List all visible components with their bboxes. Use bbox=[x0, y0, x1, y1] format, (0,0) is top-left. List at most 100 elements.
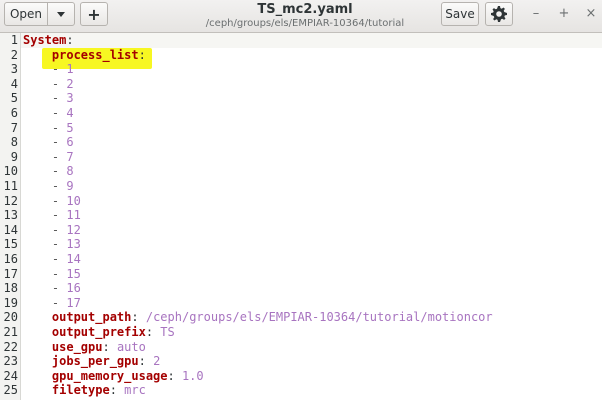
code-line[interactable]: 19 - 17 bbox=[0, 296, 602, 311]
list-dash: - bbox=[51, 295, 67, 310]
minimize-icon[interactable]: – bbox=[528, 6, 544, 21]
line-number: 22 bbox=[3, 339, 18, 354]
code-line[interactable]: 12 - 10 bbox=[0, 194, 602, 209]
list-dash: - bbox=[51, 135, 67, 150]
yaml-value: 2 bbox=[153, 354, 161, 369]
code-line[interactable]: 20 output_path: /ceph/groups/els/EMPIAR-… bbox=[0, 310, 602, 325]
code-line[interactable]: 6 - 4 bbox=[0, 106, 602, 121]
line-content: output_prefix: TS bbox=[23, 325, 175, 340]
line-content: - 2 bbox=[23, 77, 74, 92]
line-content: - 14 bbox=[23, 252, 81, 267]
list-dash: - bbox=[51, 193, 67, 208]
line-number: 8 bbox=[10, 135, 18, 150]
line-number: 12 bbox=[3, 193, 18, 208]
text-editor[interactable]: 1 System: 2 process_list: 3 - 14 - 25 - 36 … bbox=[0, 33, 602, 400]
yaml-value: 8 bbox=[66, 164, 74, 179]
yaml-separator: : bbox=[131, 310, 146, 325]
code-line[interactable]: 18 - 16 bbox=[0, 281, 602, 296]
chevron-down-icon bbox=[57, 11, 65, 17]
line-number: 20 bbox=[3, 310, 18, 325]
list-dash: - bbox=[51, 237, 67, 252]
yaml-value: 2 bbox=[66, 76, 74, 91]
maximize-icon[interactable]: + bbox=[556, 6, 572, 21]
line-number: 18 bbox=[3, 281, 18, 296]
code-line[interactable]: 16 - 14 bbox=[0, 252, 602, 267]
yaml-separator: : bbox=[138, 354, 154, 369]
yaml-value: 16 bbox=[66, 281, 81, 296]
yaml-value: 13 bbox=[66, 237, 81, 252]
code-line[interactable]: 24 gpu_memory_usage: 1.0 bbox=[0, 369, 602, 384]
code-line[interactable]: 5 - 3 bbox=[0, 91, 602, 106]
line-content: jobs_per_gpu: 2 bbox=[23, 354, 160, 369]
line-number: 25 bbox=[3, 383, 18, 398]
yaml-key: output_prefix bbox=[51, 325, 146, 339]
line-number: 13 bbox=[3, 208, 18, 223]
yaml-value: 17 bbox=[66, 295, 81, 310]
yaml-key: filetype bbox=[51, 383, 110, 398]
list-dash: - bbox=[51, 179, 67, 193]
code-line[interactable]: 11 - 9 bbox=[0, 179, 602, 194]
settings-button[interactable] bbox=[485, 2, 513, 26]
code-line[interactable]: 1 System: bbox=[0, 33, 602, 48]
code-line[interactable]: 9 - 7 bbox=[0, 150, 602, 165]
code-line[interactable]: 4 - 2 bbox=[0, 77, 602, 92]
code-line[interactable]: 3 - 1 bbox=[0, 62, 602, 77]
line-content: - 8 bbox=[23, 164, 74, 179]
code-line[interactable]: 21 output_prefix: TS bbox=[0, 325, 602, 340]
line-content: output_path: /ceph/groups/els/EMPIAR-103… bbox=[23, 310, 493, 325]
yaml-value: 1 bbox=[66, 62, 74, 77]
line-number: 4 bbox=[10, 76, 18, 91]
yaml-key: gpu_memory_usage bbox=[51, 368, 168, 383]
yaml-value: mrc bbox=[124, 383, 146, 398]
yaml-separator: : bbox=[66, 33, 74, 47]
yaml-value: 4 bbox=[66, 106, 74, 120]
code-line[interactable]: 17 - 15 bbox=[0, 267, 602, 282]
list-dash: - bbox=[51, 266, 67, 281]
line-content: - 5 bbox=[23, 121, 74, 136]
line-content: - 7 bbox=[23, 150, 74, 165]
open-menu-button[interactable] bbox=[47, 2, 75, 26]
line-number: 9 bbox=[10, 149, 18, 164]
yaml-separator: : bbox=[167, 368, 182, 383]
yaml-value: TS bbox=[160, 325, 175, 339]
save-button[interactable]: Save bbox=[441, 2, 479, 26]
plus-icon: + bbox=[87, 4, 101, 24]
line-content: - 6 bbox=[23, 135, 74, 150]
yaml-value: auto bbox=[116, 339, 146, 354]
code-line[interactable]: 8 - 6 bbox=[0, 135, 602, 150]
line-number: 7 bbox=[10, 120, 18, 135]
code-line[interactable]: 15 - 13 bbox=[0, 237, 602, 252]
yaml-key: System bbox=[23, 33, 67, 47]
close-icon[interactable]: × bbox=[583, 6, 599, 21]
code-line[interactable]: 14 - 12 bbox=[0, 223, 602, 238]
line-number: 17 bbox=[3, 266, 18, 281]
code-line[interactable]: 2 process_list: bbox=[0, 48, 602, 63]
code-line[interactable]: 22 use_gpu: auto bbox=[0, 340, 602, 355]
line-number: 15 bbox=[3, 237, 18, 252]
open-button[interactable]: Open bbox=[4, 2, 48, 26]
line-content: - 13 bbox=[23, 237, 81, 252]
yaml-value: 5 bbox=[66, 120, 74, 135]
line-number: 3 bbox=[10, 62, 18, 77]
line-number: 5 bbox=[10, 91, 18, 106]
line-content: gpu_memory_usage: 1.0 bbox=[23, 369, 204, 384]
yaml-key: process_list bbox=[51, 47, 139, 62]
line-content: process_list: bbox=[23, 48, 146, 63]
code-line[interactable]: 25 filetype: mrc bbox=[0, 383, 602, 398]
yaml-value: 12 bbox=[66, 222, 81, 237]
new-document-button[interactable]: + bbox=[80, 2, 108, 26]
yaml-value: 7 bbox=[66, 149, 74, 164]
code-line[interactable]: 13 - 11 bbox=[0, 208, 602, 223]
code-line[interactable]: 10 - 8 bbox=[0, 164, 602, 179]
window-title-block: TS_mc2.yaml /ceph/groups/els/EMPIAR-1036… bbox=[160, 0, 450, 30]
list-dash: - bbox=[51, 164, 67, 179]
yaml-separator: : bbox=[138, 47, 146, 62]
yaml-key: output_path bbox=[51, 310, 132, 325]
line-content: System: bbox=[23, 33, 74, 48]
yaml-separator: : bbox=[102, 339, 117, 354]
yaml-value: 14 bbox=[66, 252, 81, 266]
code-line[interactable]: 23 jobs_per_gpu: 2 bbox=[0, 354, 602, 369]
line-number: 2 bbox=[10, 47, 18, 62]
yaml-value: 11 bbox=[66, 208, 81, 223]
code-line[interactable]: 7 - 5 bbox=[0, 121, 602, 136]
